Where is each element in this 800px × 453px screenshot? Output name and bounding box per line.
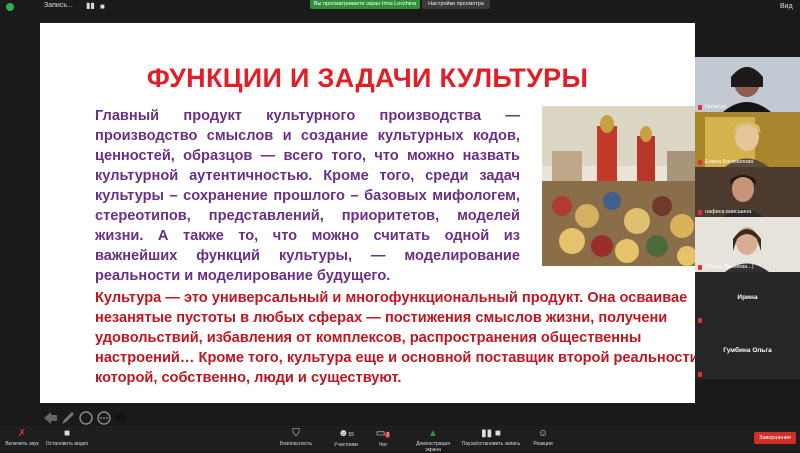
shield-icon	[6, 3, 14, 11]
participant-name: Елена Богомолова	[705, 159, 754, 165]
chat-badge: 2	[385, 432, 391, 438]
smiley-icon: ☺	[537, 428, 549, 439]
slide-paragraph-1: Главный продукт культурного производства…	[95, 108, 520, 284]
participant-tile[interactable]: Елена Богомолова	[695, 112, 800, 167]
chat-icon: ▭2	[375, 428, 391, 439]
eraser-icon[interactable]	[78, 410, 94, 426]
mic-muted-icon	[698, 105, 702, 110]
share-screen-label: Демонстрация экрана	[416, 441, 450, 453]
pause-recording-label: Пауза/остановить запись	[461, 441, 521, 447]
shield-icon: ⛉	[292, 428, 300, 439]
slide-painting	[542, 106, 697, 266]
pause-stop-icon: ▮▮ ■	[481, 428, 501, 439]
reactions-button[interactable]: ☺ Реакции	[526, 428, 560, 447]
view-options-button[interactable]: Настройки просмотра	[422, 0, 490, 9]
participants-button[interactable]: ☻55 Участники	[326, 428, 366, 448]
participant-tile[interactable]: нафиса ваисшина	[695, 167, 800, 217]
participants-label: Участники	[334, 442, 358, 448]
chat-button[interactable]: ▭2 Чат	[368, 428, 398, 448]
pause-recording-button[interactable]: ▮▮ ■ Пауза/остановить запись	[458, 428, 524, 447]
slide-title: ФУНКЦИИ И ЗАДАЧИ КУЛЬТУРЫ	[146, 63, 589, 93]
slide-paragraph-2: Культура — это универсальный и многофунк…	[95, 290, 695, 386]
arrow-left-icon[interactable]	[42, 410, 58, 426]
participant-tile[interactable]: iPhone (Беляева...)	[695, 217, 800, 272]
top-bar: Запись... ▮▮ ■ Вы просматриваете экран I…	[0, 0, 800, 14]
mic-off-icon: ✗	[17, 428, 27, 439]
mic-muted-icon	[698, 265, 702, 270]
mic-muted-icon	[698, 372, 702, 377]
security-label: Безопасность	[280, 441, 312, 447]
view-button[interactable]: Вид	[780, 3, 793, 10]
share-screen-icon: ▲	[428, 428, 438, 439]
arrow-right-icon[interactable]	[114, 410, 130, 426]
mic-muted-icon	[698, 160, 702, 165]
pause-recording-icon[interactable]: ▮▮	[86, 1, 95, 10]
security-button[interactable]: ⛉ Безопасность	[276, 428, 316, 447]
mic-muted-icon	[698, 318, 702, 323]
shared-slide: ФУНКЦИИ И ЗАДАЧИ КУЛЬТУРЫ Главный продук…	[40, 23, 697, 403]
stop-recording-icon[interactable]: ■	[100, 2, 105, 11]
share-banner: Вы просматриваете экран Irina Levshina	[310, 0, 420, 9]
participants-icon: ☻55	[337, 428, 355, 439]
participant-tile[interactable]: Ирина	[695, 272, 800, 325]
end-meeting-button[interactable]: Завершение	[754, 432, 796, 444]
participant-name: Ирина	[737, 294, 758, 301]
participant-name: Наталья	[705, 104, 727, 110]
more-icon[interactable]	[96, 410, 112, 426]
participant-name: нафиса ваисшина	[705, 209, 752, 215]
audio-label: Включить звук	[5, 441, 39, 447]
participant-tile[interactable]: Наталья	[695, 57, 800, 112]
pen-icon[interactable]	[60, 410, 76, 426]
reactions-label: Реакции	[533, 441, 553, 447]
recording-label: Запись...	[44, 2, 73, 9]
participant-gallery: Наталья Елена Богомолова нафиса ваисшина	[695, 57, 800, 379]
participant-name: iPhone (Беляева...)	[705, 264, 754, 270]
chat-label: Чат	[378, 442, 388, 448]
share-screen-button[interactable]: ▲ Демонстрация экрана	[408, 428, 458, 453]
video-label: Остановить видео	[45, 441, 89, 447]
meeting-toolbar: ✗ Включить звук ■ Остановить видео ⛉ Без…	[0, 426, 800, 453]
audio-button[interactable]: ✗ Включить звук	[2, 428, 42, 447]
mic-muted-icon	[698, 210, 702, 215]
camera-icon: ■	[63, 428, 71, 439]
participant-tile[interactable]: Гумбина Ольга	[695, 325, 800, 379]
participants-count: 55	[348, 432, 355, 438]
video-button[interactable]: ■ Остановить видео	[44, 428, 90, 447]
participant-name: Гумбина Ольга	[723, 347, 772, 354]
